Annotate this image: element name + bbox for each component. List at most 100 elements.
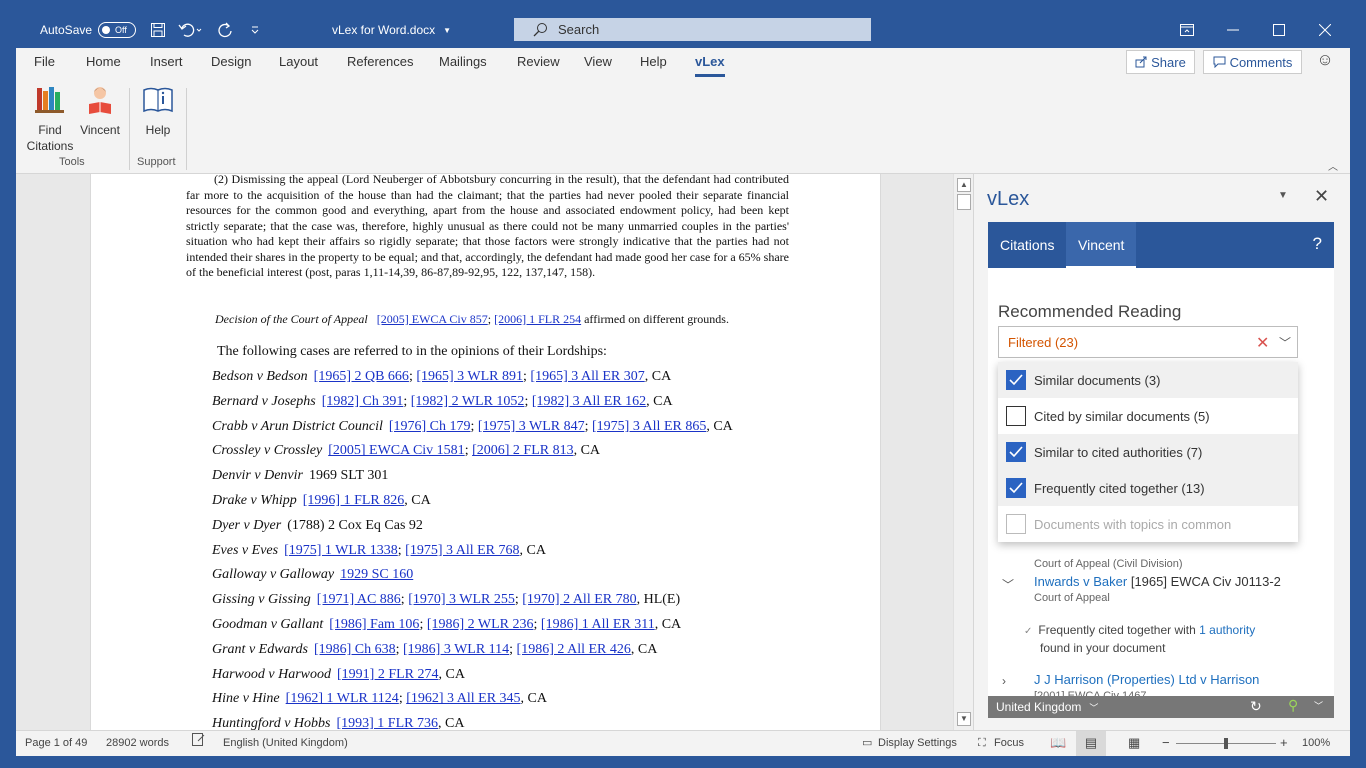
filter-option-similar[interactable]: Similar documents (3): [998, 362, 1298, 398]
comments-button[interactable]: Comments: [1203, 50, 1302, 74]
tab-home[interactable]: Home: [86, 48, 121, 82]
citation-link[interactable]: [1986] 3 WLR 114: [403, 642, 509, 657]
citation-link[interactable]: [2006] 2 FLR 813: [472, 443, 574, 458]
citation-link[interactable]: [1982] 3 All ER 162: [532, 394, 646, 409]
focus-mode[interactable]: Focus: [994, 731, 1024, 756]
web-layout-icon[interactable]: ▦: [1128, 731, 1140, 756]
result-link[interactable]: Inwards v Baker: [1034, 574, 1127, 589]
filter-option-frequently-cited[interactable]: Frequently cited together (13): [998, 470, 1298, 506]
scroll-up-icon[interactable]: ▲: [957, 178, 971, 192]
proofing-icon[interactable]: [192, 731, 205, 756]
search-box[interactable]: Search: [514, 18, 871, 41]
document-page[interactable]: (2) Dismissing the appeal (Lord Neuberge…: [90, 174, 881, 730]
chevron-down-icon[interactable]: ﹀: [1002, 576, 1014, 593]
tab-file[interactable]: File: [34, 48, 55, 82]
user-icon[interactable]: ⚲: [1288, 697, 1298, 714]
share-button[interactable]: Share: [1126, 50, 1195, 74]
zoom-in-icon[interactable]: +: [1280, 731, 1288, 756]
authority-link[interactable]: 1 authority: [1199, 623, 1255, 637]
customize-toolbar-icon[interactable]: [250, 12, 260, 48]
autosave-control[interactable]: AutoSave Off: [40, 12, 137, 48]
citation-link[interactable]: 1929 SC 160: [340, 567, 413, 582]
tab-vlex[interactable]: vLex: [695, 48, 725, 82]
citation-link[interactable]: [1965] 2 QB 666: [314, 369, 409, 384]
citation-link[interactable]: [1975] 3 WLR 847: [478, 419, 585, 434]
zoom-out-icon[interactable]: −: [1162, 731, 1170, 756]
citation-link[interactable]: [2005] EWCA Civ 1581: [328, 443, 465, 458]
citation-link[interactable]: [1975] 1 WLR 1338: [284, 543, 398, 558]
checkbox[interactable]: [1006, 370, 1026, 390]
clear-filter-icon[interactable]: ✕: [1256, 333, 1269, 353]
checkbox[interactable]: [1006, 478, 1026, 498]
citation-link[interactable]: [1982] Ch 391: [322, 394, 404, 409]
chevron-right-icon[interactable]: ›: [1002, 674, 1006, 688]
tab-view[interactable]: View: [584, 48, 612, 82]
citation-link[interactable]: [1986] 2 WLR 236: [427, 617, 534, 632]
word-count[interactable]: 28902 words: [106, 731, 169, 756]
display-settings-icon[interactable]: ▭: [862, 731, 872, 756]
citation-link[interactable]: [1970] 2 All ER 780: [522, 592, 636, 607]
filter-option-similar-to-cited[interactable]: Similar to cited authorities (7): [998, 434, 1298, 470]
print-layout-icon[interactable]: ▤: [1076, 731, 1106, 756]
checkbox[interactable]: [1006, 406, 1026, 426]
redo-icon[interactable]: [216, 12, 234, 48]
citation-link[interactable]: [1986] 2 All ER 426: [517, 642, 631, 657]
save-icon[interactable]: [150, 12, 166, 48]
zoom-slider-thumb[interactable]: [1224, 738, 1228, 749]
citation-link[interactable]: [1965] 3 WLR 891: [416, 369, 523, 384]
display-settings[interactable]: Display Settings: [878, 731, 957, 756]
tab-review[interactable]: Review: [517, 48, 560, 82]
citation-link[interactable]: [1982] 2 WLR 1052: [411, 394, 525, 409]
feedback-smiley-icon[interactable]: ☺: [1314, 50, 1336, 72]
pane-close-icon[interactable]: ✕: [1314, 186, 1329, 207]
citation-link[interactable]: [1975] 3 All ER 768: [405, 543, 519, 558]
citation-link[interactable]: [1986] 1 All ER 311: [541, 617, 655, 632]
tab-insert[interactable]: Insert: [150, 48, 183, 82]
read-mode-icon[interactable]: 📖: [1050, 731, 1066, 756]
chevron-down-icon[interactable]: ﹀: [1314, 699, 1323, 712]
citation-link[interactable]: [1986] Fam 106: [329, 617, 419, 632]
zoom-level[interactable]: 100%: [1302, 731, 1330, 756]
help-icon[interactable]: ?: [1313, 234, 1322, 254]
result-link[interactable]: J J Harrison (Properties) Ltd v Harrison: [1034, 672, 1259, 687]
language[interactable]: English (United Kingdom): [223, 731, 348, 756]
citation-link[interactable]: [1962] 1 WLR 1124: [286, 691, 399, 706]
citation-link[interactable]: [1975] 3 All ER 865: [592, 419, 706, 434]
citation-link[interactable]: [1993] 1 FLR 736: [336, 716, 438, 730]
tab-help[interactable]: Help: [640, 48, 667, 82]
tab-references[interactable]: References: [347, 48, 413, 82]
filter-option-cited-by-similar[interactable]: Cited by similar documents (5): [998, 398, 1298, 434]
chevron-down-icon[interactable]: ﹀: [1089, 701, 1098, 714]
citation-link[interactable]: [2006] 1 FLR 254: [494, 312, 581, 326]
ribbon-display-options-icon[interactable]: [1164, 12, 1210, 48]
maximize-icon[interactable]: [1256, 12, 1302, 48]
citation-link[interactable]: [1986] Ch 638: [314, 642, 396, 657]
tab-design[interactable]: Design: [211, 48, 251, 82]
citation-link[interactable]: [1965] 3 All ER 307: [530, 369, 644, 384]
autosave-toggle[interactable]: Off: [98, 22, 137, 38]
checkbox[interactable]: [1006, 442, 1026, 462]
chevron-down-icon[interactable]: ﹀: [1279, 334, 1291, 351]
vincent-button[interactable]: Vincent: [78, 82, 122, 138]
page-count[interactable]: Page 1 of 49: [25, 731, 87, 756]
close-icon[interactable]: [1302, 12, 1348, 48]
region-select[interactable]: United Kingdom: [996, 700, 1081, 714]
scroll-down-icon[interactable]: ▼: [957, 712, 971, 726]
filter-select[interactable]: Filtered (23) ✕ ﹀: [998, 326, 1298, 358]
undo-icon[interactable]: [178, 12, 202, 48]
help-button[interactable]: Help: [142, 82, 174, 138]
minimize-icon[interactable]: [1210, 12, 1256, 48]
citation-link[interactable]: [2005] EWCA Civ 857: [377, 312, 488, 326]
citation-link[interactable]: [1991] 2 FLR 274: [337, 667, 439, 682]
collapse-ribbon-icon[interactable]: ︿: [1328, 158, 1338, 173]
tab-citations[interactable]: Citations: [988, 222, 1066, 268]
document-title[interactable]: vLex for Word.docx ▼: [332, 12, 451, 48]
tab-vincent[interactable]: Vincent: [1066, 222, 1137, 268]
focus-icon[interactable]: ⛶: [978, 731, 986, 756]
citation-link[interactable]: [1976] Ch 179: [389, 419, 471, 434]
tab-mailings[interactable]: Mailings: [439, 48, 487, 82]
tab-layout[interactable]: Layout: [279, 48, 318, 82]
pane-options-icon[interactable]: ▼: [1278, 190, 1288, 201]
citation-link[interactable]: [1996] 1 FLR 826: [303, 493, 405, 508]
citation-link[interactable]: [1962] 3 All ER 345: [406, 691, 520, 706]
